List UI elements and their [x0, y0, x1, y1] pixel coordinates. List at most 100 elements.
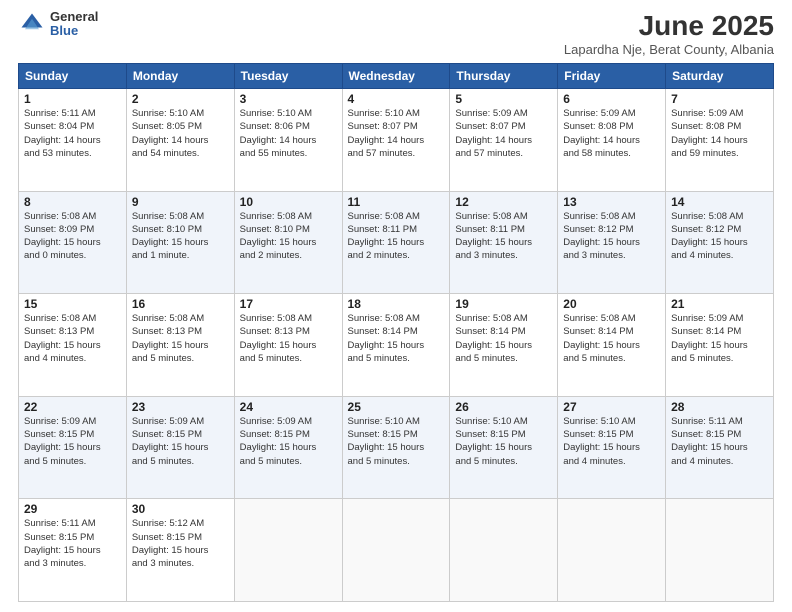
header-day-saturday: Saturday	[666, 64, 774, 89]
day-number: 11	[348, 195, 445, 209]
page: General Blue June 2025 Lapardha Nje, Ber…	[0, 0, 792, 612]
day-number: 3	[240, 92, 337, 106]
day-number: 7	[671, 92, 768, 106]
calendar-cell: 26Sunrise: 5:10 AM Sunset: 8:15 PM Dayli…	[450, 396, 558, 499]
calendar-cell: 7Sunrise: 5:09 AM Sunset: 8:08 PM Daylig…	[666, 89, 774, 192]
logo-text: General Blue	[50, 10, 98, 39]
calendar-header: SundayMondayTuesdayWednesdayThursdayFrid…	[19, 64, 774, 89]
header-day-sunday: Sunday	[19, 64, 127, 89]
day-info: Sunrise: 5:08 AM Sunset: 8:09 PM Dayligh…	[24, 210, 121, 263]
calendar-body: 1Sunrise: 5:11 AM Sunset: 8:04 PM Daylig…	[19, 89, 774, 602]
day-number: 13	[563, 195, 660, 209]
day-info: Sunrise: 5:09 AM Sunset: 8:08 PM Dayligh…	[563, 107, 660, 160]
calendar-cell: 28Sunrise: 5:11 AM Sunset: 8:15 PM Dayli…	[666, 396, 774, 499]
day-info: Sunrise: 5:08 AM Sunset: 8:14 PM Dayligh…	[455, 312, 552, 365]
day-info: Sunrise: 5:09 AM Sunset: 8:14 PM Dayligh…	[671, 312, 768, 365]
day-number: 18	[348, 297, 445, 311]
calendar-cell	[234, 499, 342, 602]
day-info: Sunrise: 5:11 AM Sunset: 8:15 PM Dayligh…	[24, 517, 121, 570]
logo-blue-text: Blue	[50, 24, 98, 38]
calendar-table: SundayMondayTuesdayWednesdayThursdayFrid…	[18, 63, 774, 602]
calendar-cell: 6Sunrise: 5:09 AM Sunset: 8:08 PM Daylig…	[558, 89, 666, 192]
calendar-cell: 8Sunrise: 5:08 AM Sunset: 8:09 PM Daylig…	[19, 191, 127, 294]
day-number: 17	[240, 297, 337, 311]
day-info: Sunrise: 5:09 AM Sunset: 8:15 PM Dayligh…	[240, 415, 337, 468]
day-info: Sunrise: 5:08 AM Sunset: 8:10 PM Dayligh…	[240, 210, 337, 263]
day-number: 15	[24, 297, 121, 311]
day-number: 21	[671, 297, 768, 311]
day-info: Sunrise: 5:09 AM Sunset: 8:15 PM Dayligh…	[132, 415, 229, 468]
day-number: 5	[455, 92, 552, 106]
calendar-cell: 5Sunrise: 5:09 AM Sunset: 8:07 PM Daylig…	[450, 89, 558, 192]
header: General Blue June 2025 Lapardha Nje, Ber…	[18, 10, 774, 57]
day-info: Sunrise: 5:08 AM Sunset: 8:11 PM Dayligh…	[348, 210, 445, 263]
calendar-cell	[450, 499, 558, 602]
header-day-friday: Friday	[558, 64, 666, 89]
day-number: 16	[132, 297, 229, 311]
day-number: 28	[671, 400, 768, 414]
day-info: Sunrise: 5:10 AM Sunset: 8:15 PM Dayligh…	[455, 415, 552, 468]
day-number: 6	[563, 92, 660, 106]
day-info: Sunrise: 5:10 AM Sunset: 8:05 PM Dayligh…	[132, 107, 229, 160]
calendar-cell: 23Sunrise: 5:09 AM Sunset: 8:15 PM Dayli…	[126, 396, 234, 499]
day-info: Sunrise: 5:12 AM Sunset: 8:15 PM Dayligh…	[132, 517, 229, 570]
day-info: Sunrise: 5:08 AM Sunset: 8:13 PM Dayligh…	[240, 312, 337, 365]
day-info: Sunrise: 5:09 AM Sunset: 8:08 PM Dayligh…	[671, 107, 768, 160]
day-number: 2	[132, 92, 229, 106]
day-info: Sunrise: 5:08 AM Sunset: 8:13 PM Dayligh…	[132, 312, 229, 365]
calendar-cell: 22Sunrise: 5:09 AM Sunset: 8:15 PM Dayli…	[19, 396, 127, 499]
day-number: 27	[563, 400, 660, 414]
day-info: Sunrise: 5:08 AM Sunset: 8:12 PM Dayligh…	[671, 210, 768, 263]
calendar-cell	[666, 499, 774, 602]
main-title: June 2025	[564, 10, 774, 42]
day-info: Sunrise: 5:08 AM Sunset: 8:14 PM Dayligh…	[348, 312, 445, 365]
calendar-cell: 30Sunrise: 5:12 AM Sunset: 8:15 PM Dayli…	[126, 499, 234, 602]
day-number: 29	[24, 502, 121, 516]
header-day-monday: Monday	[126, 64, 234, 89]
day-info: Sunrise: 5:10 AM Sunset: 8:06 PM Dayligh…	[240, 107, 337, 160]
calendar-cell: 14Sunrise: 5:08 AM Sunset: 8:12 PM Dayli…	[666, 191, 774, 294]
calendar-cell: 18Sunrise: 5:08 AM Sunset: 8:14 PM Dayli…	[342, 294, 450, 397]
subtitle: Lapardha Nje, Berat County, Albania	[564, 42, 774, 57]
day-number: 12	[455, 195, 552, 209]
day-info: Sunrise: 5:11 AM Sunset: 8:04 PM Dayligh…	[24, 107, 121, 160]
calendar-cell: 24Sunrise: 5:09 AM Sunset: 8:15 PM Dayli…	[234, 396, 342, 499]
week-row-3: 15Sunrise: 5:08 AM Sunset: 8:13 PM Dayli…	[19, 294, 774, 397]
day-info: Sunrise: 5:09 AM Sunset: 8:07 PM Dayligh…	[455, 107, 552, 160]
day-number: 4	[348, 92, 445, 106]
calendar-cell: 19Sunrise: 5:08 AM Sunset: 8:14 PM Dayli…	[450, 294, 558, 397]
calendar-cell: 12Sunrise: 5:08 AM Sunset: 8:11 PM Dayli…	[450, 191, 558, 294]
calendar-cell: 15Sunrise: 5:08 AM Sunset: 8:13 PM Dayli…	[19, 294, 127, 397]
calendar-cell	[342, 499, 450, 602]
calendar-cell: 3Sunrise: 5:10 AM Sunset: 8:06 PM Daylig…	[234, 89, 342, 192]
calendar-cell	[558, 499, 666, 602]
day-info: Sunrise: 5:10 AM Sunset: 8:07 PM Dayligh…	[348, 107, 445, 160]
calendar-cell: 17Sunrise: 5:08 AM Sunset: 8:13 PM Dayli…	[234, 294, 342, 397]
week-row-1: 1Sunrise: 5:11 AM Sunset: 8:04 PM Daylig…	[19, 89, 774, 192]
title-block: June 2025 Lapardha Nje, Berat County, Al…	[564, 10, 774, 57]
day-number: 10	[240, 195, 337, 209]
day-number: 30	[132, 502, 229, 516]
day-info: Sunrise: 5:08 AM Sunset: 8:13 PM Dayligh…	[24, 312, 121, 365]
header-day-wednesday: Wednesday	[342, 64, 450, 89]
day-number: 19	[455, 297, 552, 311]
day-number: 23	[132, 400, 229, 414]
week-row-5: 29Sunrise: 5:11 AM Sunset: 8:15 PM Dayli…	[19, 499, 774, 602]
day-info: Sunrise: 5:11 AM Sunset: 8:15 PM Dayligh…	[671, 415, 768, 468]
calendar-cell: 13Sunrise: 5:08 AM Sunset: 8:12 PM Dayli…	[558, 191, 666, 294]
day-number: 26	[455, 400, 552, 414]
calendar-cell: 1Sunrise: 5:11 AM Sunset: 8:04 PM Daylig…	[19, 89, 127, 192]
day-number: 20	[563, 297, 660, 311]
day-number: 25	[348, 400, 445, 414]
calendar-cell: 20Sunrise: 5:08 AM Sunset: 8:14 PM Dayli…	[558, 294, 666, 397]
day-number: 8	[24, 195, 121, 209]
day-info: Sunrise: 5:08 AM Sunset: 8:12 PM Dayligh…	[563, 210, 660, 263]
day-number: 9	[132, 195, 229, 209]
week-row-2: 8Sunrise: 5:08 AM Sunset: 8:09 PM Daylig…	[19, 191, 774, 294]
logo-general-text: General	[50, 10, 98, 24]
header-day-thursday: Thursday	[450, 64, 558, 89]
day-number: 22	[24, 400, 121, 414]
calendar-cell: 11Sunrise: 5:08 AM Sunset: 8:11 PM Dayli…	[342, 191, 450, 294]
calendar-cell: 27Sunrise: 5:10 AM Sunset: 8:15 PM Dayli…	[558, 396, 666, 499]
day-info: Sunrise: 5:10 AM Sunset: 8:15 PM Dayligh…	[563, 415, 660, 468]
